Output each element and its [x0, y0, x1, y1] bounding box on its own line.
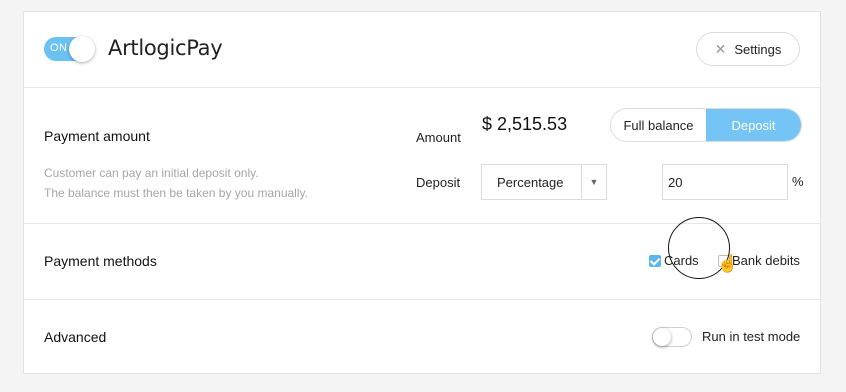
amount-label: Amount: [416, 130, 461, 145]
chevron-down-icon[interactable]: ▼: [581, 165, 606, 199]
hand-cursor-icon: ☝: [717, 254, 739, 273]
deposit-value-input[interactable]: 20: [662, 164, 788, 200]
enable-toggle[interactable]: ON: [44, 36, 95, 62]
deposit-type-value: Percentage: [497, 174, 564, 190]
payment-methods-section: Payment methods Cards Bank debits: [24, 223, 820, 299]
toggle-on-label: ON: [50, 42, 68, 54]
settings-button[interactable]: ✕ Settings: [696, 32, 800, 66]
payment-amount-title: Payment amount: [44, 128, 150, 144]
settings-label: Settings: [734, 41, 782, 57]
payment-type-selector: Full balance Deposit: [610, 108, 802, 142]
deposit-description-line1: Customer can pay an initial deposit only…: [44, 166, 259, 180]
cards-checkbox[interactable]: [649, 255, 661, 267]
header-section: ON ArtlogicPay ✕ Settings: [24, 12, 820, 87]
deposit-option[interactable]: Deposit: [706, 109, 801, 141]
cards-label[interactable]: Cards: [664, 253, 699, 268]
test-mode-toggle[interactable]: [652, 327, 692, 347]
deposit-label: Deposit: [416, 175, 461, 190]
amount-value: $ 2,515.53: [482, 114, 568, 134]
deposit-description-line2: The balance must then be taken by you ma…: [44, 186, 308, 200]
test-mode-label: Run in test mode: [702, 329, 801, 344]
full-balance-option[interactable]: Full balance: [611, 109, 706, 141]
payment-amount-section: Payment amount Amount $ 2,515.53 Full ba…: [24, 87, 820, 223]
toggle-knob: [69, 36, 95, 62]
bank-debits-label[interactable]: Bank debits: [732, 253, 800, 268]
payment-methods-title: Payment methods: [44, 253, 157, 269]
artlogicpay-logo: ArtlogicPay: [108, 36, 223, 60]
advanced-section: Advanced Run in test mode: [24, 299, 820, 375]
percent-sign: %: [792, 174, 804, 189]
close-icon: ✕: [714, 40, 727, 57]
toggle-knob: [653, 328, 671, 346]
payment-settings-card: ON ArtlogicPay ✕ Settings Payment amount…: [23, 11, 821, 374]
deposit-type-select[interactable]: Percentage ▼: [481, 164, 607, 200]
advanced-title: Advanced: [44, 329, 107, 345]
